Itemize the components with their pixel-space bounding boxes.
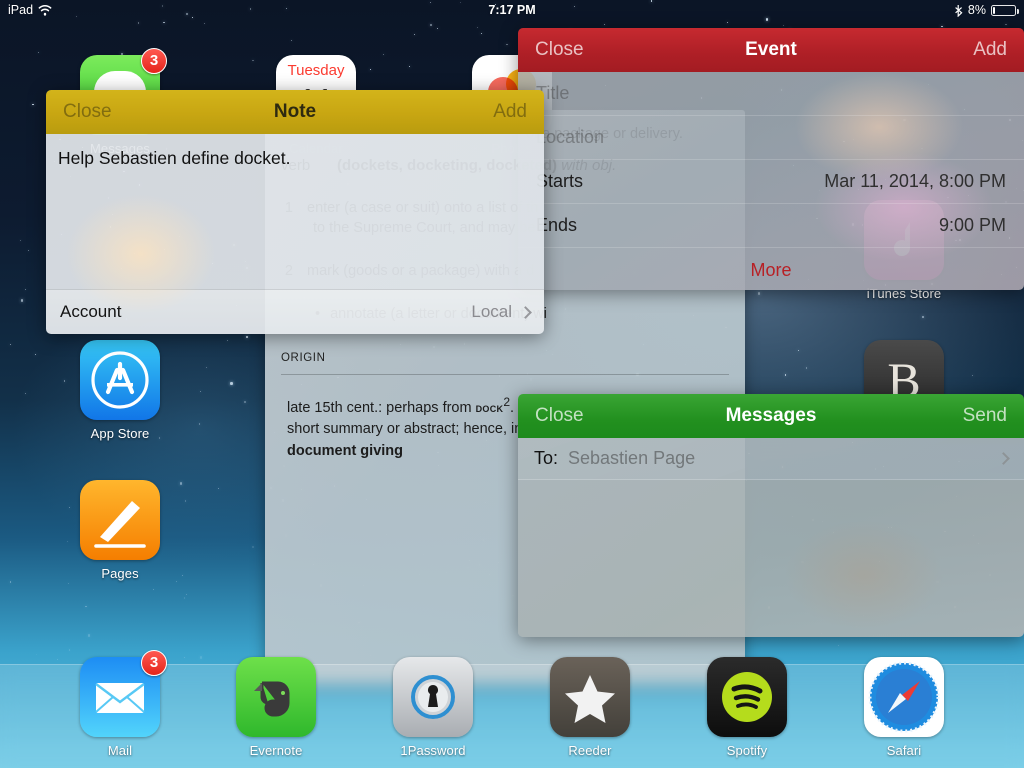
compass-glyph [868, 661, 940, 733]
dock-item-label: Evernote [249, 743, 303, 758]
1password-icon [393, 657, 473, 737]
messages-panel-titlebar: Close Messages Send [518, 394, 1024, 438]
event-more-button[interactable]: More [518, 248, 1024, 290]
messages-send-button[interactable]: Send [963, 405, 1007, 427]
calendar-day-label: Tuesday [287, 62, 345, 79]
elephant-glyph [254, 681, 290, 717]
pages-icon [80, 480, 160, 560]
app-store-glyph [91, 351, 149, 409]
dock-item-spotify[interactable]: Spotify [687, 657, 807, 758]
chevron-right-icon[interactable] [997, 452, 1010, 465]
event-panel-title: Event [745, 39, 797, 60]
dock-item-label: Mail [107, 743, 133, 758]
dock-item-label: Reeder [568, 743, 612, 758]
keyhole-glyph [411, 675, 455, 719]
note-account-label: Account [60, 302, 122, 321]
reeder-icon [550, 657, 630, 737]
note-account-value: Local [471, 302, 512, 321]
dock-item-label: Safari [886, 743, 922, 758]
event-starts-value: Mar 11, 2014, 8:00 PM [824, 171, 1006, 191]
event-ends-row[interactable]: Ends 9:00 PM [518, 204, 1024, 248]
home-icon-app-store[interactable]: App Store [60, 340, 180, 441]
spotify-waves-glyph [722, 672, 772, 722]
note-panel-titlebar: Close Note Add [46, 90, 544, 134]
note-text-area[interactable]: Help Sebastien define docket. [46, 134, 544, 314]
messages-to-label: To: [534, 448, 559, 468]
home-icon-label: App Store [90, 426, 150, 441]
event-starts-row[interactable]: Starts Mar 11, 2014, 8:00 PM [518, 160, 1024, 204]
note-panel-title: Note [273, 101, 317, 122]
home-icon-pages[interactable]: Pages [60, 480, 180, 581]
dock-item-label: 1Password [400, 743, 466, 758]
messages-drafts-panel: Close Messages Send To: Sebastien Page [518, 394, 1024, 637]
note-drafts-panel: Close Note Add Help Sebastien define doc… [46, 90, 544, 334]
evernote-icon [236, 657, 316, 737]
origin-part-1: late 15th cent.: perhaps from [287, 399, 476, 416]
pages-glyph [94, 501, 146, 548]
home-icon-label: Pages [101, 566, 139, 581]
safari-icon [864, 657, 944, 737]
glow-decoration [784, 520, 944, 630]
status-badge: 3 [141, 650, 167, 676]
status-clock: 7:17 PM [488, 3, 536, 17]
messages-to-value: Sebastien Page [568, 448, 696, 468]
event-location-field[interactable]: Location [518, 116, 1024, 160]
messages-close-button[interactable]: Close [535, 405, 584, 427]
dock-item-evernote[interactable]: Evernote [216, 657, 336, 758]
event-panel-titlebar: Close Event Add [518, 28, 1024, 72]
note-account-row[interactable]: Account Local [46, 289, 544, 334]
origin-root: dock [475, 399, 504, 415]
chevron-right-icon [519, 305, 532, 319]
event-location-placeholder: Location [536, 127, 605, 147]
origin-divider [281, 373, 729, 375]
spotify-icon [707, 657, 787, 737]
messages-panel-title: Messages [725, 405, 817, 426]
messages-compose-area[interactable] [518, 480, 1024, 637]
note-add-button[interactable]: Add [493, 101, 527, 123]
note-close-button[interactable]: Close [63, 101, 112, 123]
origin-heading: ORIGIN [281, 352, 326, 365]
note-account-value-group: Local [471, 302, 532, 322]
event-add-button[interactable]: Add [973, 39, 1007, 61]
event-panel-body: Title Location Starts Mar 11, 2014, 8:00… [518, 72, 1024, 290]
app-store-icon [80, 340, 160, 420]
dock: 3 Mail Evernote 1Password Reeder Spotify… [0, 650, 1024, 768]
dock-item-reeder[interactable]: Reeder [530, 657, 650, 758]
dock-item-label: Spotify [726, 743, 768, 758]
event-title-field[interactable]: Title [518, 72, 1024, 116]
dock-item-1password[interactable]: 1Password [373, 657, 493, 758]
status-bar: iPad 7:17 PM 8% [0, 0, 1024, 20]
messages-recipient-row[interactable]: To: Sebastien Page [518, 438, 1024, 480]
event-ends-value: 9:00 PM [938, 215, 1006, 235]
battery-icon [991, 4, 1019, 16]
star-glyph [565, 675, 615, 723]
dock-item-safari[interactable]: Safari [844, 657, 964, 758]
event-drafts-panel: Close Event Add Title Location Starts Ma… [518, 28, 1024, 290]
note-body-text: Help Sebastien define docket. [58, 148, 291, 168]
event-close-button[interactable]: Close [535, 39, 584, 61]
status-badge: 3 [141, 48, 167, 74]
dock-item-mail[interactable]: 3 Mail [60, 650, 180, 758]
